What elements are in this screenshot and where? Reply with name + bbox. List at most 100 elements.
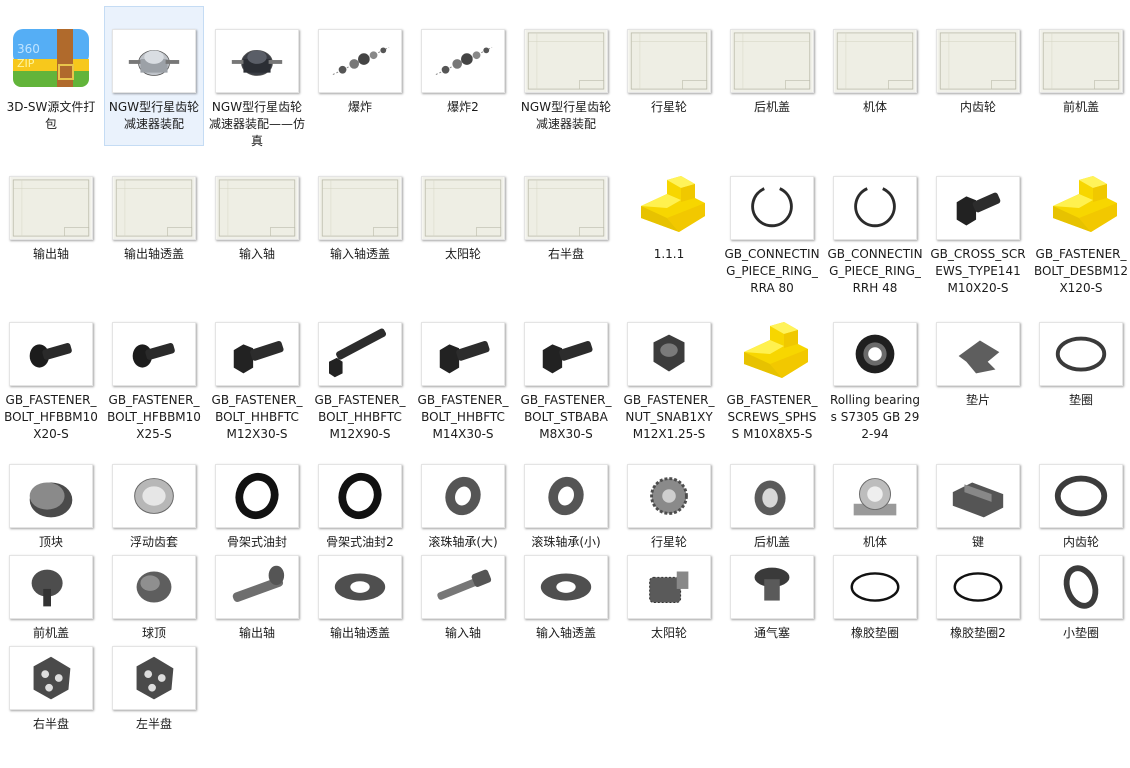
file-item[interactable]: GB_FASTENER_NUT_SNAB1XY M12X1.25-S <box>619 299 719 441</box>
file-item[interactable]: 输出轴 <box>207 532 307 672</box>
yellow-part-icon <box>730 322 814 386</box>
file-name: GB_FASTENER_BOLT_HHBFTC M14X30-S <box>417 393 509 441</box>
file-item[interactable]: 爆炸 <box>310 6 410 146</box>
exploded-view-thumbnail-icon <box>318 29 402 93</box>
file-name: GB_CONNECTING_PIECE_RING_RRH 48 <box>827 247 923 295</box>
file-name: 垫片 <box>965 393 990 407</box>
exploded-view-thumbnail-icon <box>421 29 505 93</box>
file-item[interactable]: GB_FASTENER_SCREWS_SPHSS M10X8X5-S <box>722 299 822 441</box>
file-name: 输入轴透盖 <box>535 626 596 640</box>
file-item[interactable]: 输入轴透盖 <box>310 153 410 293</box>
file-item[interactable]: NGW型行星齿轮减速器装配 <box>104 6 204 146</box>
file-item[interactable]: 输入轴 <box>207 153 307 293</box>
file-item[interactable]: 橡胶垫圈 <box>825 532 925 672</box>
file-name: GB_FASTENER_BOLT_HFBBM10X25-S <box>107 393 201 441</box>
hex-screw-icon <box>936 176 1020 240</box>
file-item[interactable]: GB_FASTENER_BOLT_HHBFTC M12X90-S <box>310 299 410 441</box>
file-name: NGW型行星齿轮减速器装配 <box>520 100 612 131</box>
file-item[interactable]: 360 ZIP 3D-SW源文件打包 <box>1 6 101 146</box>
file-item[interactable]: GB_FASTENER_BOLT_HHBFTC M12X30-S <box>207 299 307 441</box>
file-item[interactable]: 机体 <box>825 6 925 146</box>
flange-cover-icon <box>524 555 608 619</box>
flange-cover-icon <box>318 555 402 619</box>
file-item[interactable]: 行星轮 <box>619 6 719 146</box>
file-name: NGW型行星齿轮减速器装配 <box>108 100 200 131</box>
file-item[interactable]: 右半盘 <box>1 623 101 753</box>
drawing-sheet-icon <box>730 29 814 93</box>
drawing-sheet-icon <box>1039 29 1123 93</box>
hex-bolt-icon <box>524 322 608 386</box>
file-name: 输出轴透盖 <box>329 626 390 640</box>
file-name: GB_FASTENER_BOLT_HFBBM10X20-S <box>4 393 98 441</box>
file-item[interactable]: 左半盘 <box>104 623 204 753</box>
file-item[interactable]: Rolling bearings S7305 GB 292-94 <box>825 299 925 441</box>
file-name: 输入轴 <box>238 247 275 261</box>
file-item[interactable]: 橡胶垫圈2 <box>928 532 1028 672</box>
file-item[interactable]: 输出轴透盖 <box>104 153 204 293</box>
file-name: Rolling bearings S7305 GB 292-94 <box>829 393 921 441</box>
file-item[interactable]: 1.1.1 <box>619 153 719 293</box>
drawing-sheet-icon <box>318 176 402 240</box>
file-name: GB_FASTENER_NUT_SNAB1XY M12X1.25-S <box>623 393 715 441</box>
file-item[interactable]: 输出轴透盖 <box>310 532 410 672</box>
file-item[interactable]: 垫圈 <box>1031 299 1130 439</box>
file-item[interactable]: NGW型行星齿轮减速器装配 <box>516 6 616 146</box>
file-name: 垫圈 <box>1068 393 1093 407</box>
hex-bolt-icon <box>215 322 299 386</box>
file-item[interactable]: 太阳轮 <box>619 532 719 672</box>
hex-bolt-icon <box>421 322 505 386</box>
file-name: 3D-SW源文件打包 <box>6 100 96 131</box>
retaining-ring-icon <box>730 176 814 240</box>
file-name: 前机盖 <box>1062 100 1099 114</box>
file-grid: 360 ZIP 3D-SW源文件打包 NGW型行星齿轮减速器装配 NGW型行星齿… <box>0 0 1130 768</box>
housing-icon <box>833 464 917 528</box>
file-item[interactable]: GB_CROSS_SCREWS_TYPE141 M10X20-S <box>928 153 1028 295</box>
drawing-sheet-icon <box>627 29 711 93</box>
file-item[interactable]: 前机盖 <box>1031 6 1130 146</box>
yellow-part-icon <box>1039 176 1123 240</box>
file-item[interactable]: 后机盖 <box>722 6 822 146</box>
file-item[interactable]: 通气塞 <box>722 532 822 672</box>
file-name: 输入轴 <box>444 626 481 640</box>
file-item[interactable]: 小垫圈 <box>1031 532 1130 672</box>
file-name: 爆炸2 <box>447 100 479 114</box>
file-name: 后机盖 <box>753 100 790 114</box>
key-icon <box>936 464 1020 528</box>
file-item[interactable]: 垫片 <box>928 299 1028 439</box>
half-disc-icon <box>112 646 196 710</box>
file-name: 通气塞 <box>753 626 790 640</box>
file-name: GB_FASTENER_BOLT_HHBFTC M12X30-S <box>211 393 303 441</box>
bearing-icon <box>833 322 917 386</box>
file-item[interactable]: 输入轴透盖 <box>516 532 616 672</box>
file-name: 太阳轮 <box>650 626 687 640</box>
file-item[interactable]: 内齿轮 <box>928 6 1028 146</box>
file-item[interactable]: 输出轴 <box>1 153 101 293</box>
file-item[interactable]: GB_FASTENER_BOLT_HFBBM10X25-S <box>104 299 204 441</box>
washer-ring-icon <box>1039 322 1123 386</box>
vent-plug-icon <box>730 555 814 619</box>
drawing-sheet-icon <box>215 176 299 240</box>
file-name: 行星轮 <box>650 100 687 114</box>
file-item[interactable]: GB_FASTENER_BOLT_STBABA M8X30-S <box>516 299 616 441</box>
file-item[interactable]: GB_CONNECTING_PIECE_RING_RRA 80 <box>722 153 822 295</box>
shim-icon <box>936 322 1020 386</box>
file-item[interactable]: 输入轴 <box>413 532 513 672</box>
file-name: 小垫圈 <box>1062 626 1099 640</box>
file-name: 爆炸 <box>347 100 372 114</box>
file-item[interactable]: 右半盘 <box>516 153 616 293</box>
hex-nut-icon <box>627 322 711 386</box>
file-name: NGW型行星齿轮减速器装配——仿真 <box>209 100 306 148</box>
file-item[interactable]: GB_FASTENER_BOLT_HFBBM10X20-S <box>1 299 101 441</box>
file-item[interactable]: GB_FASTENER_BOLT_HHBFTC M14X30-S <box>413 299 513 441</box>
file-name: 输出轴 <box>238 626 275 640</box>
file-item[interactable]: 太阳轮 <box>413 153 513 293</box>
drawing-sheet-icon <box>421 176 505 240</box>
file-name: 输出轴 <box>32 247 69 261</box>
file-item[interactable]: NGW型行星齿轮减速器装配——仿真 <box>207 6 307 148</box>
file-item[interactable]: 爆炸2 <box>413 6 513 146</box>
file-item[interactable]: GB_FASTENER_BOLT_DESBM12X120-S <box>1031 153 1130 295</box>
retaining-ring-icon <box>833 176 917 240</box>
archive-360zip-icon: 360 ZIP <box>9 29 93 93</box>
file-item[interactable]: GB_CONNECTING_PIECE_RING_RRH 48 <box>825 153 925 295</box>
input-shaft-icon <box>421 555 505 619</box>
